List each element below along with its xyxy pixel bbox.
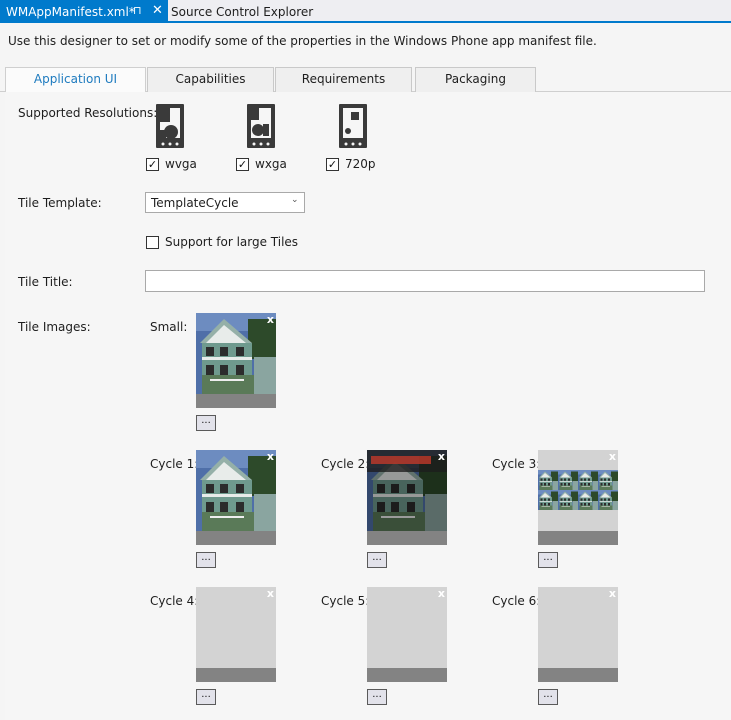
tile-caption-bar [196,668,276,682]
small-tile-label: Small: [150,320,188,334]
cycle1-tile-image: x [196,450,276,545]
tile-caption-bar [538,668,618,682]
cycle2-browse-button[interactable]: ... [367,552,387,568]
pin-icon[interactable]: ⊓ [133,4,142,17]
wvga-label: wvga [165,157,197,171]
cycle2-tile-image: x [367,450,447,545]
document-tab-manifest-label: WMAppManifest.xml* [6,5,135,19]
phone-720p-icon [339,104,367,148]
cycle3-label: Cycle 3: [492,457,541,471]
tile-template-dropdown[interactable]: TemplateCycle ⌄ [145,192,305,213]
cycle5-browse-button[interactable]: ... [367,689,387,705]
cycle6-browse-button[interactable]: ... [538,689,558,705]
tile-title-input[interactable] [145,270,705,292]
small-browse-button[interactable]: ... [196,415,216,431]
remove-image-icon[interactable]: x [267,450,274,463]
wvga-checkbox[interactable]: ✓ [146,158,159,171]
phone-wvga-icon [156,104,184,148]
cycle3-tile-image: x [538,450,618,545]
document-tab-source-control[interactable]: Source Control Explorer [169,0,339,21]
intro-text: Use this designer to set or modify some … [8,34,597,48]
remove-image-icon[interactable]: x [438,450,445,463]
cycle4-label: Cycle 4: [150,594,199,608]
tile-caption-bar [196,394,276,408]
large-tiles-label: Support for large Tiles [165,235,299,249]
tile-caption-bar [367,531,447,545]
phone-wxga-icon [247,104,275,148]
cycle5-label: Cycle 5: [321,594,370,608]
tab-requirements[interactable]: Requirements [275,67,412,92]
cycle6-tile-image: x [538,587,618,682]
tile-template-value: TemplateCycle [151,196,239,210]
close-tab-icon[interactable]: ✕ [152,3,163,18]
tile-template-label: Tile Template: [18,196,102,210]
document-tab-source-control-label: Source Control Explorer [171,5,314,19]
chevron-down-icon: ⌄ [291,195,299,205]
small-tile-image: x [196,313,276,408]
720p-checkbox[interactable]: ✓ [326,158,339,171]
wxga-checkbox[interactable]: ✓ [236,158,249,171]
cycle1-label: Cycle 1: [150,457,199,471]
large-tiles-checkbox[interactable] [146,236,159,249]
supported-resolutions-label: Supported Resolutions: [18,106,158,120]
remove-image-icon[interactable]: x [609,587,616,600]
tile-caption-bar [367,668,447,682]
remove-image-icon[interactable]: x [609,450,616,463]
cycle4-browse-button[interactable]: ... [196,689,216,705]
wxga-label: wxga [255,157,287,171]
cycle4-tile-image: x [196,587,276,682]
cycle2-label: Cycle 2: [321,457,370,471]
tab-capabilities[interactable]: Capabilities [147,67,274,92]
cycle3-browse-button[interactable]: ... [538,552,558,568]
tile-caption-bar [196,531,276,545]
document-tab-strip: WMAppManifest.xml* ⊓ ✕ Source Control Ex… [0,0,731,23]
remove-image-icon[interactable]: x [438,587,445,600]
cycle6-label: Cycle 6: [492,594,541,608]
tile-title-label: Tile Title: [18,275,73,289]
tile-caption-bar [538,531,618,545]
remove-image-icon[interactable]: x [267,313,274,326]
remove-image-icon[interactable]: x [267,587,274,600]
tab-application-ui[interactable]: Application UI [5,67,146,93]
cycle5-tile-image: x [367,587,447,682]
tab-packaging[interactable]: Packaging [415,67,536,92]
tile-images-label: Tile Images: [18,320,91,334]
720p-label: 720p [345,157,376,171]
cycle1-browse-button[interactable]: ... [196,552,216,568]
document-tab-manifest[interactable]: WMAppManifest.xml* ⊓ ✕ [0,0,168,23]
